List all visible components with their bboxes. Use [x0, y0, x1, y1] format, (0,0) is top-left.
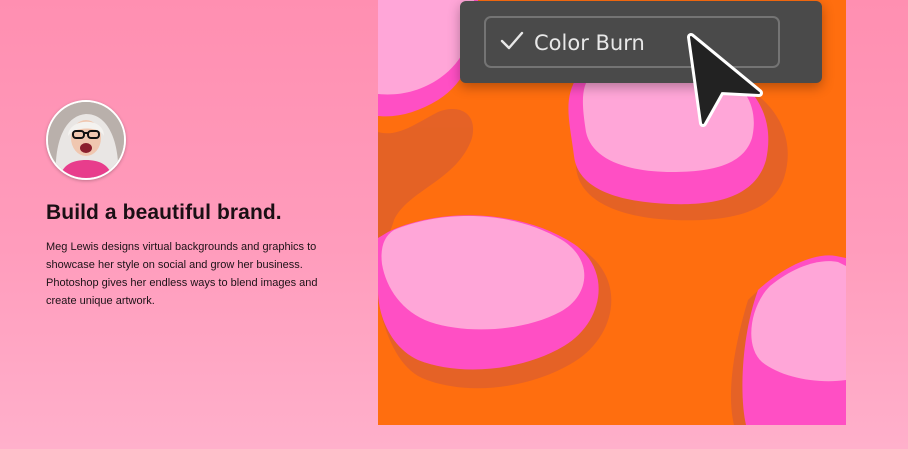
- avatar: [46, 100, 126, 180]
- description: Meg Lewis designs virtual backgrounds an…: [46, 241, 318, 307]
- headline: Build a beautiful brand.: [46, 201, 282, 224]
- avatar-photo: [48, 102, 124, 178]
- pointer-cursor-icon: [683, 31, 769, 136]
- promo-section: Build a beautiful brand. Meg Lewis desig…: [46, 100, 336, 310]
- blend-mode-label: Color Burn: [534, 31, 645, 55]
- check-icon: [500, 31, 524, 56]
